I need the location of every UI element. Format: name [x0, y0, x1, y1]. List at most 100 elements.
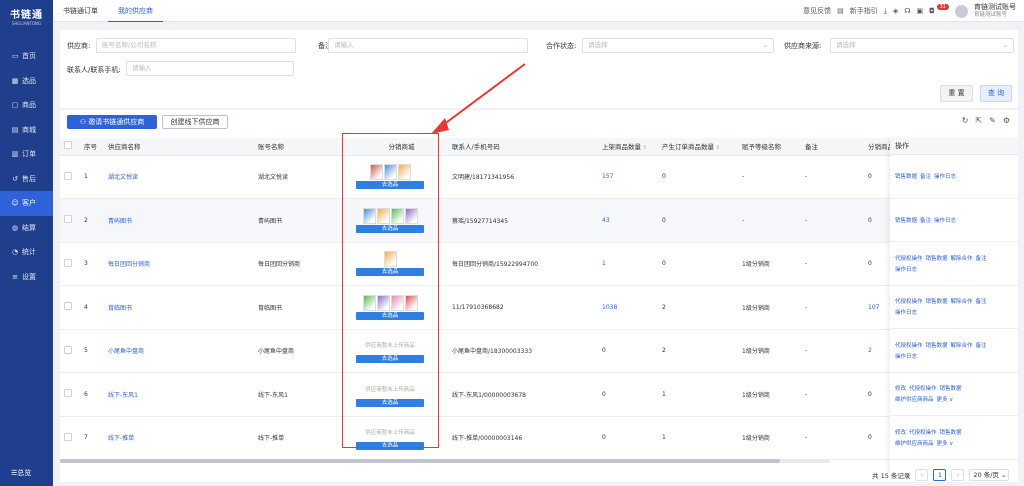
app-logo[interactable]: 书链通 SHULIANTONG — [0, 0, 53, 32]
sidebar-item[interactable]: ▥ 订单 — [0, 142, 53, 167]
op-link[interactable]: 解除合作 — [951, 299, 973, 305]
op-link[interactable]: 操作日志 — [934, 174, 956, 180]
query-button[interactable]: 查 询 — [980, 85, 1012, 102]
supplier-name-link[interactable]: 线下-东风1 — [104, 372, 254, 417]
op-link[interactable]: 备注 — [920, 174, 931, 180]
listed-count[interactable]: 1038 — [598, 285, 658, 330]
op-link[interactable]: 解除合作 — [951, 256, 973, 262]
bell-icon[interactable]: ◘ — [929, 7, 935, 15]
table-row[interactable]: 7 线下-推单 线下-推单 供应商暂未上传商品 去选品 线下-推单/00000003146… — [60, 416, 904, 460]
op-link[interactable]: 维护供应商商品 — [895, 441, 934, 447]
horizontal-scrollbar[interactable] — [60, 459, 830, 463]
op-link[interactable]: 代授权操作 — [895, 299, 923, 305]
headset-icon[interactable]: ☊ — [904, 7, 910, 15]
listed-count[interactable]: 157 — [598, 155, 658, 199]
create-offline-supplier-button[interactable]: 创建线下供应商 — [162, 115, 228, 129]
next-page-button[interactable]: › — [951, 469, 965, 481]
page-number[interactable]: 1 — [933, 469, 947, 481]
op-link[interactable]: 备注 — [920, 218, 931, 224]
op-link[interactable]: 操作日志 — [895, 354, 917, 360]
user-info[interactable]: 育链测试账号 育链测试账号 — [974, 3, 1016, 19]
product-thumbnail[interactable] — [383, 164, 397, 181]
product-thumbnail[interactable] — [362, 294, 376, 311]
table-row[interactable]: 5 小尾鱼中盘商 小尾鱼中盘商 供应商暂未上传商品 去选品 小尾鱼中盘商/18300003… — [60, 329, 904, 373]
product-thumbnail[interactable] — [376, 294, 390, 311]
row-checkbox[interactable] — [64, 215, 72, 224]
op-link[interactable]: 销售数据 — [926, 256, 948, 262]
table-row[interactable]: 1 湖北文悦读 湖北文悦读 去选品 文明建/18171341956 157 0- -0 — [60, 155, 904, 199]
sidebar-item[interactable]: ▤ 商城 — [0, 118, 53, 143]
document-icon[interactable]: ▣ — [916, 7, 923, 15]
op-link[interactable]: 备注 — [976, 299, 987, 305]
supplier-name-link[interactable]: 湖北文悦读 — [104, 155, 254, 199]
sidebar-item[interactable]: ≡ 设置 — [0, 265, 53, 290]
edit-icon[interactable]: ✎ — [989, 116, 996, 125]
table-row[interactable]: 6 线下-东风1 线下-东风1 供应商暂未上传商品 去选品 线下-东风1/00000003… — [60, 372, 904, 417]
row-checkbox[interactable] — [64, 171, 72, 180]
op-link[interactable]: 备注 — [976, 256, 987, 262]
go-select-button[interactable]: 去选品 — [356, 398, 424, 407]
sidebar-overview[interactable]: ☰ 总览 — [0, 464, 53, 482]
row-checkbox[interactable] — [64, 258, 72, 267]
product-thumbnail[interactable] — [376, 207, 390, 224]
invite-supplier-button[interactable]: ⚇ 邀请书链通供应商 — [67, 115, 157, 129]
row-checkbox[interactable] — [64, 345, 72, 354]
download-icon[interactable]: ⤓ — [884, 7, 887, 16]
table-row[interactable]: 4 育临图书 育临图书 去选品 11/17910368682 1038 2 1级分销商 -107 — [60, 285, 904, 330]
op-link[interactable]: 销售数据 — [895, 218, 917, 224]
op-link[interactable]: 操作日志 — [934, 218, 956, 224]
sidebar-item[interactable]: ▢ 商品 — [0, 93, 53, 118]
op-link[interactable]: 销售数据 — [895, 174, 917, 180]
product-thumbnail[interactable] — [397, 164, 411, 181]
product-thumbnail[interactable] — [404, 207, 418, 224]
product-thumbnail[interactable] — [369, 164, 383, 181]
supplier-source-select[interactable]: 请选择 ⌄ — [830, 38, 1014, 53]
op-link[interactable]: 更多 ∨ — [937, 397, 954, 403]
op-link[interactable]: 销售数据 — [940, 430, 962, 436]
op-link[interactable]: 销售数据 — [926, 299, 948, 305]
product-thumbnail[interactable] — [404, 294, 418, 311]
table-row[interactable]: 2 青屿图书 青屿图书 去选品 蔡瑶/15927714345 43 0- -0 — [60, 198, 904, 243]
listed-count[interactable]: 1 — [598, 242, 658, 286]
supplier-name-link[interactable]: 育临图书 — [104, 285, 254, 330]
go-select-button[interactable]: 去选品 — [356, 268, 424, 277]
supplier-name-link[interactable]: 线下-推单 — [104, 416, 254, 460]
product-thumbnail[interactable] — [390, 207, 404, 224]
op-link[interactable]: 解除合作 — [951, 343, 973, 349]
gear-icon[interactable]: ⚙ — [1003, 116, 1010, 125]
row-checkbox[interactable] — [64, 302, 72, 311]
row-checkbox[interactable] — [64, 432, 72, 441]
refresh-icon[interactable]: ↻ — [962, 116, 969, 125]
col-ordered-count[interactable]: 产生订单商品数量 ⇕ — [658, 138, 738, 156]
export-icon[interactable]: ⇱ — [975, 116, 982, 125]
sidebar-item[interactable]: ☺ 客户 — [0, 191, 53, 216]
sidebar-item[interactable]: ◔ 统计 — [0, 240, 53, 265]
coop-status-select[interactable]: 请选择 ⌄ — [582, 38, 774, 53]
op-link[interactable]: 代授权操作 — [895, 343, 923, 349]
product-thumbnail[interactable] — [390, 294, 404, 311]
op-link[interactable]: 修改 — [895, 430, 906, 436]
scrollbar-thumb[interactable] — [60, 459, 780, 463]
supplier-name-link[interactable]: 青屿图书 — [104, 198, 254, 243]
guide-link[interactable]: 新手指引 — [850, 6, 878, 16]
go-select-button[interactable]: 去选品 — [356, 224, 424, 233]
product-thumbnail[interactable] — [383, 251, 397, 268]
supplier-name-link[interactable]: 每日团回分销商 — [104, 242, 254, 286]
row-checkbox[interactable] — [64, 389, 72, 398]
reset-button[interactable]: 重 置 — [940, 85, 973, 102]
supplier-name-link[interactable]: 小尾鱼中盘商 — [104, 329, 254, 373]
prev-page-button[interactable]: ‹ — [915, 469, 929, 481]
op-link[interactable]: 操作日志 — [895, 267, 917, 273]
op-link[interactable]: 代授权操作 — [909, 386, 937, 392]
go-select-button[interactable]: 去选品 — [356, 355, 424, 364]
sidebar-item[interactable]: ◍ 结算 — [0, 216, 53, 241]
sidebar-item[interactable]: ▦ 选品 — [0, 69, 53, 94]
supplier-input[interactable]: 账号名称/公司名称 — [96, 38, 296, 53]
go-select-button[interactable]: 去选品 — [356, 311, 424, 320]
contact-input[interactable]: 请输入 — [126, 61, 294, 76]
select-all-checkbox[interactable] — [64, 141, 72, 150]
op-link[interactable]: 代授权操作 — [895, 256, 923, 262]
tab-my-suppliers[interactable]: 我的供应商 — [108, 0, 163, 22]
op-link[interactable]: 维护供应商商品 — [895, 397, 934, 403]
remark-input[interactable]: 请输入 — [328, 38, 528, 53]
